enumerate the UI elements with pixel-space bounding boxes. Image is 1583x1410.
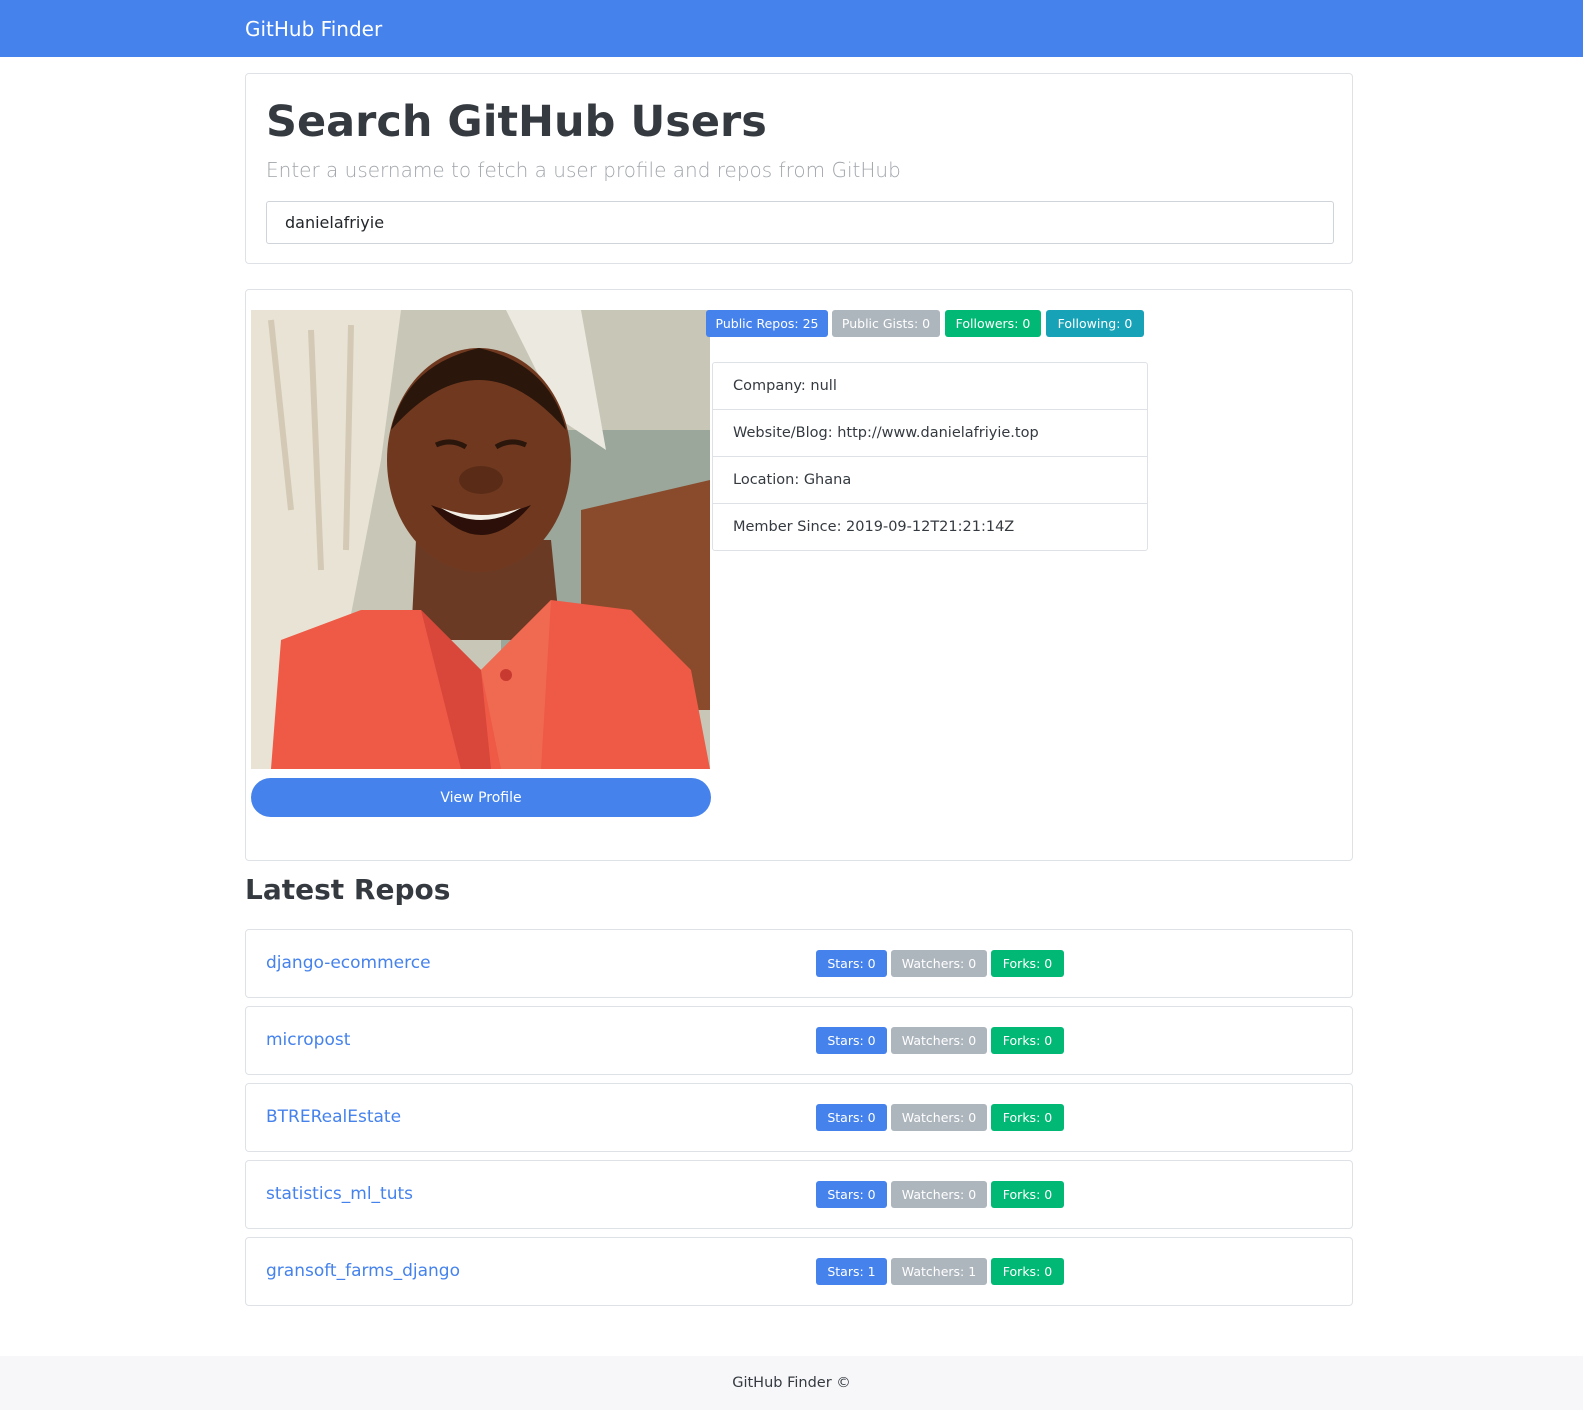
page-title: Search GitHub Users [266,97,767,147]
repo-link[interactable]: django-ecommerce [266,951,431,975]
repo-card: gransoft_farms_django Stars: 1 Watchers:… [245,1237,1353,1306]
profile-details-list: Company: null Website/Blog: http://www.d… [712,362,1148,551]
latest-repos-heading: Latest Repos [245,873,451,906]
search-description: Enter a username to fetch a user profile… [266,158,901,182]
member-since-item: Member Since: 2019-09-12T21:21:14Z [733,519,1015,535]
repo-forks-badge: Forks: 0 [991,1181,1064,1208]
repo-watchers-badge: Watchers: 1 [891,1258,987,1285]
repo-watchers-badge: Watchers: 0 [891,1181,987,1208]
repo-watchers-badge: Watchers: 0 [891,1027,987,1054]
website-item: Website/Blog: http://www.danielafriyie.t… [713,410,1147,457]
repo-stars-badge: Stars: 1 [816,1258,887,1285]
repo-forks-badge: Forks: 0 [991,1027,1064,1054]
repo-stars-badge: Stars: 0 [816,950,887,977]
repo-card: BTRERealEstate Stars: 0 Watchers: 0 Fork… [245,1083,1353,1152]
repo-link[interactable]: BTRERealEstate [266,1105,401,1129]
repo-card: statistics_ml_tuts Stars: 0 Watchers: 0 … [245,1160,1353,1229]
repo-stars-badge: Stars: 0 [816,1104,887,1131]
repo-stars-badge: Stars: 0 [816,1181,887,1208]
repo-link[interactable]: statistics_ml_tuts [266,1182,413,1206]
public-gists-badge: Public Gists: 0 [832,310,940,337]
repo-watchers-badge: Watchers: 0 [891,950,987,977]
view-profile-button[interactable]: View Profile [251,778,711,817]
repo-link[interactable]: gransoft_farms_django [266,1259,460,1283]
public-repos-badge: Public Repos: 25 [706,310,828,337]
repo-card: micropost Stars: 0 Watchers: 0 Forks: 0 [245,1006,1353,1075]
following-badge: Following: 0 [1046,310,1144,337]
repo-link[interactable]: micropost [266,1028,350,1052]
repo-card: django-ecommerce Stars: 0 Watchers: 0 Fo… [245,929,1353,998]
search-card: Search GitHub Users Enter a username to … [245,73,1353,264]
search-input[interactable] [266,201,1334,244]
repo-watchers-badge: Watchers: 0 [891,1104,987,1131]
brand-link[interactable]: GitHub Finder [245,16,382,42]
company-item: Company: null [713,363,1147,410]
avatar [251,310,710,769]
profile-card: View Profile Public Repos: 25 Public Gis… [245,289,1353,861]
repo-forks-badge: Forks: 0 [991,1104,1064,1131]
repo-forks-badge: Forks: 0 [991,1258,1064,1285]
followers-badge: Followers: 0 [945,310,1041,337]
location-item: Location: Ghana [713,457,1147,504]
footer-text: GitHub Finder © [732,1375,851,1391]
repo-stars-badge: Stars: 0 [816,1027,887,1054]
footer: GitHub Finder © [0,1356,1583,1410]
avatar-photo [251,310,710,769]
navbar: GitHub Finder [0,0,1583,57]
repo-forks-badge: Forks: 0 [991,950,1064,977]
